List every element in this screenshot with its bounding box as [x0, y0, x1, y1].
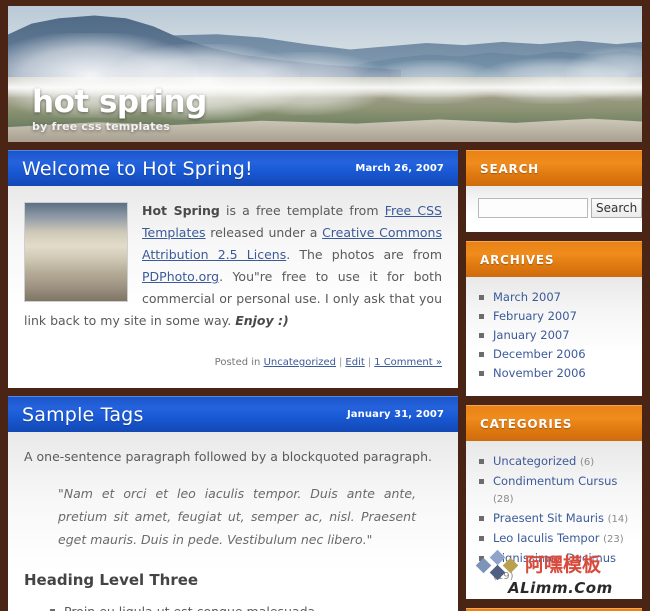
meta-edit-link[interactable]: Edit [345, 357, 364, 368]
post-subheading: Heading Level Three [24, 571, 199, 589]
archives-list: March 2007 February 2007 January 2007 De… [478, 289, 630, 384]
widget-title-search: SEARCH [480, 161, 540, 176]
widget-header: CATEGORIES [466, 405, 642, 441]
post-body: Hot Spring is a free template from Free … [8, 186, 458, 388]
post-lead-paragraph: A one-sentence paragraph followed by a b… [24, 449, 432, 464]
list-item: Proin eu ligula ut est congue malesuada. [50, 601, 442, 611]
site-tagline: by free css templates [32, 120, 170, 133]
archive-link[interactable]: November 2006 [493, 366, 586, 380]
archive-link[interactable]: January 2007 [493, 328, 570, 342]
archive-link[interactable]: February 2007 [493, 309, 577, 323]
category-count: (6) [580, 457, 595, 468]
category-link[interactable]: Dignissimos Ducimus [493, 551, 616, 565]
search-input[interactable] [478, 198, 588, 218]
post-thumbnail-image [24, 202, 128, 302]
meta-separator: | [339, 357, 343, 368]
post-text-3: . The photos are from [286, 247, 442, 262]
list-item: January 2007 [478, 327, 630, 346]
post-meta: Posted in Uncategorized | Edit | 1 Comment » [24, 348, 442, 380]
widget-header: SEARCH [466, 150, 642, 186]
list-item: December 2006 [478, 346, 630, 365]
post-entry: Hot Spring is a free template from Free … [24, 200, 442, 332]
meta-comments-link[interactable]: 1 Comment » [374, 357, 442, 368]
post-title[interactable]: Welcome to Hot Spring! [22, 158, 253, 180]
search-button[interactable]: Search [591, 198, 643, 218]
site-header-banner: hot spring by free css templates [8, 6, 642, 142]
widget-title-archives: ARCHIVES [480, 252, 555, 267]
post-lead-strong: Hot Spring [142, 203, 220, 218]
list-item: November 2006 [478, 365, 630, 384]
widget-body: March 2007 February 2007 January 2007 De… [466, 277, 642, 396]
widget-body: Uncategorized (6) Condimentum Cursus (28… [466, 441, 642, 599]
post-text-1: is a free template from [219, 203, 385, 218]
post-date: March 26, 2007 [355, 163, 444, 174]
category-count: (28) [493, 494, 514, 505]
post-header: Welcome to Hot Spring! March 26, 2007 [8, 150, 458, 186]
category-link[interactable]: Uncategorized [493, 454, 576, 468]
category-count: (14) [607, 514, 629, 525]
post-date: January 31, 2007 [346, 409, 444, 420]
widget-search: SEARCH Search [466, 150, 643, 232]
category-link[interactable]: Praesent Sit Mauris [493, 511, 604, 525]
list-item: February 2007 [478, 308, 630, 327]
widget-title-categories: CATEGORIES [480, 416, 573, 431]
post-text-2: released under a [205, 225, 323, 240]
search-form: Search [478, 198, 643, 218]
category-count: (23) [603, 534, 624, 545]
post-body: A one-sentence paragraph followed by a b… [8, 432, 458, 611]
list-item: March 2007 [478, 289, 630, 308]
widget-body: Search [466, 186, 643, 232]
list-item: Uncategorized (6) [478, 453, 630, 473]
meta-category-link[interactable]: Uncategorized [264, 357, 336, 368]
post-enjoy-emphasis: Enjoy :) [235, 313, 289, 328]
widget-header: ARCHIVES [466, 241, 642, 277]
post-blockquote: "Nam et orci et leo iaculis tempor. Duis… [58, 486, 416, 547]
page-root: hot spring by free css templates Welcome… [0, 0, 650, 611]
archive-link[interactable]: December 2006 [493, 347, 586, 361]
list-item: Praesent Sit Mauris (14) [478, 510, 630, 530]
site-title: hot spring [32, 84, 207, 120]
site-logo[interactable]: hot spring by free css templates [32, 84, 207, 133]
category-link[interactable]: Condimentum Cursus [493, 474, 617, 488]
widget-categories: CATEGORIES Uncategorized (6) Condimentum… [466, 405, 642, 599]
list-item: Leo Iaculis Tempor (23) [478, 530, 630, 550]
content-column: Welcome to Hot Spring! March 26, 2007 Ho… [8, 150, 458, 611]
post-sample-tags: Sample Tags January 31, 2007 A one-sente… [8, 396, 458, 611]
widget-archives: ARCHIVES March 2007 February 2007 Januar… [466, 241, 642, 396]
archive-link[interactable]: March 2007 [493, 290, 561, 304]
main-layout: Welcome to Hot Spring! March 26, 2007 Ho… [8, 150, 643, 611]
post-welcome: Welcome to Hot Spring! March 26, 2007 Ho… [8, 150, 458, 388]
category-count: (19) [493, 571, 514, 582]
list-item: Condimentum Cursus (28) [478, 473, 630, 510]
link-pdphoto[interactable]: PDPhoto.org [142, 269, 219, 284]
post-title[interactable]: Sample Tags [22, 404, 144, 426]
category-link[interactable]: Leo Iaculis Tempor [493, 531, 599, 545]
post-bullet-list: Proin eu ligula ut est congue malesuada.… [24, 601, 442, 611]
posted-in-label: Posted in [214, 357, 261, 368]
post-header: Sample Tags January 31, 2007 [8, 396, 458, 432]
categories-list: Uncategorized (6) Condimentum Cursus (28… [478, 453, 630, 587]
meta-separator: | [367, 357, 372, 368]
list-item: Dignissimos Ducimus (19) [478, 550, 630, 587]
sidebar-column: SEARCH Search ARCHIVES March 2007 Februa… [466, 150, 643, 611]
